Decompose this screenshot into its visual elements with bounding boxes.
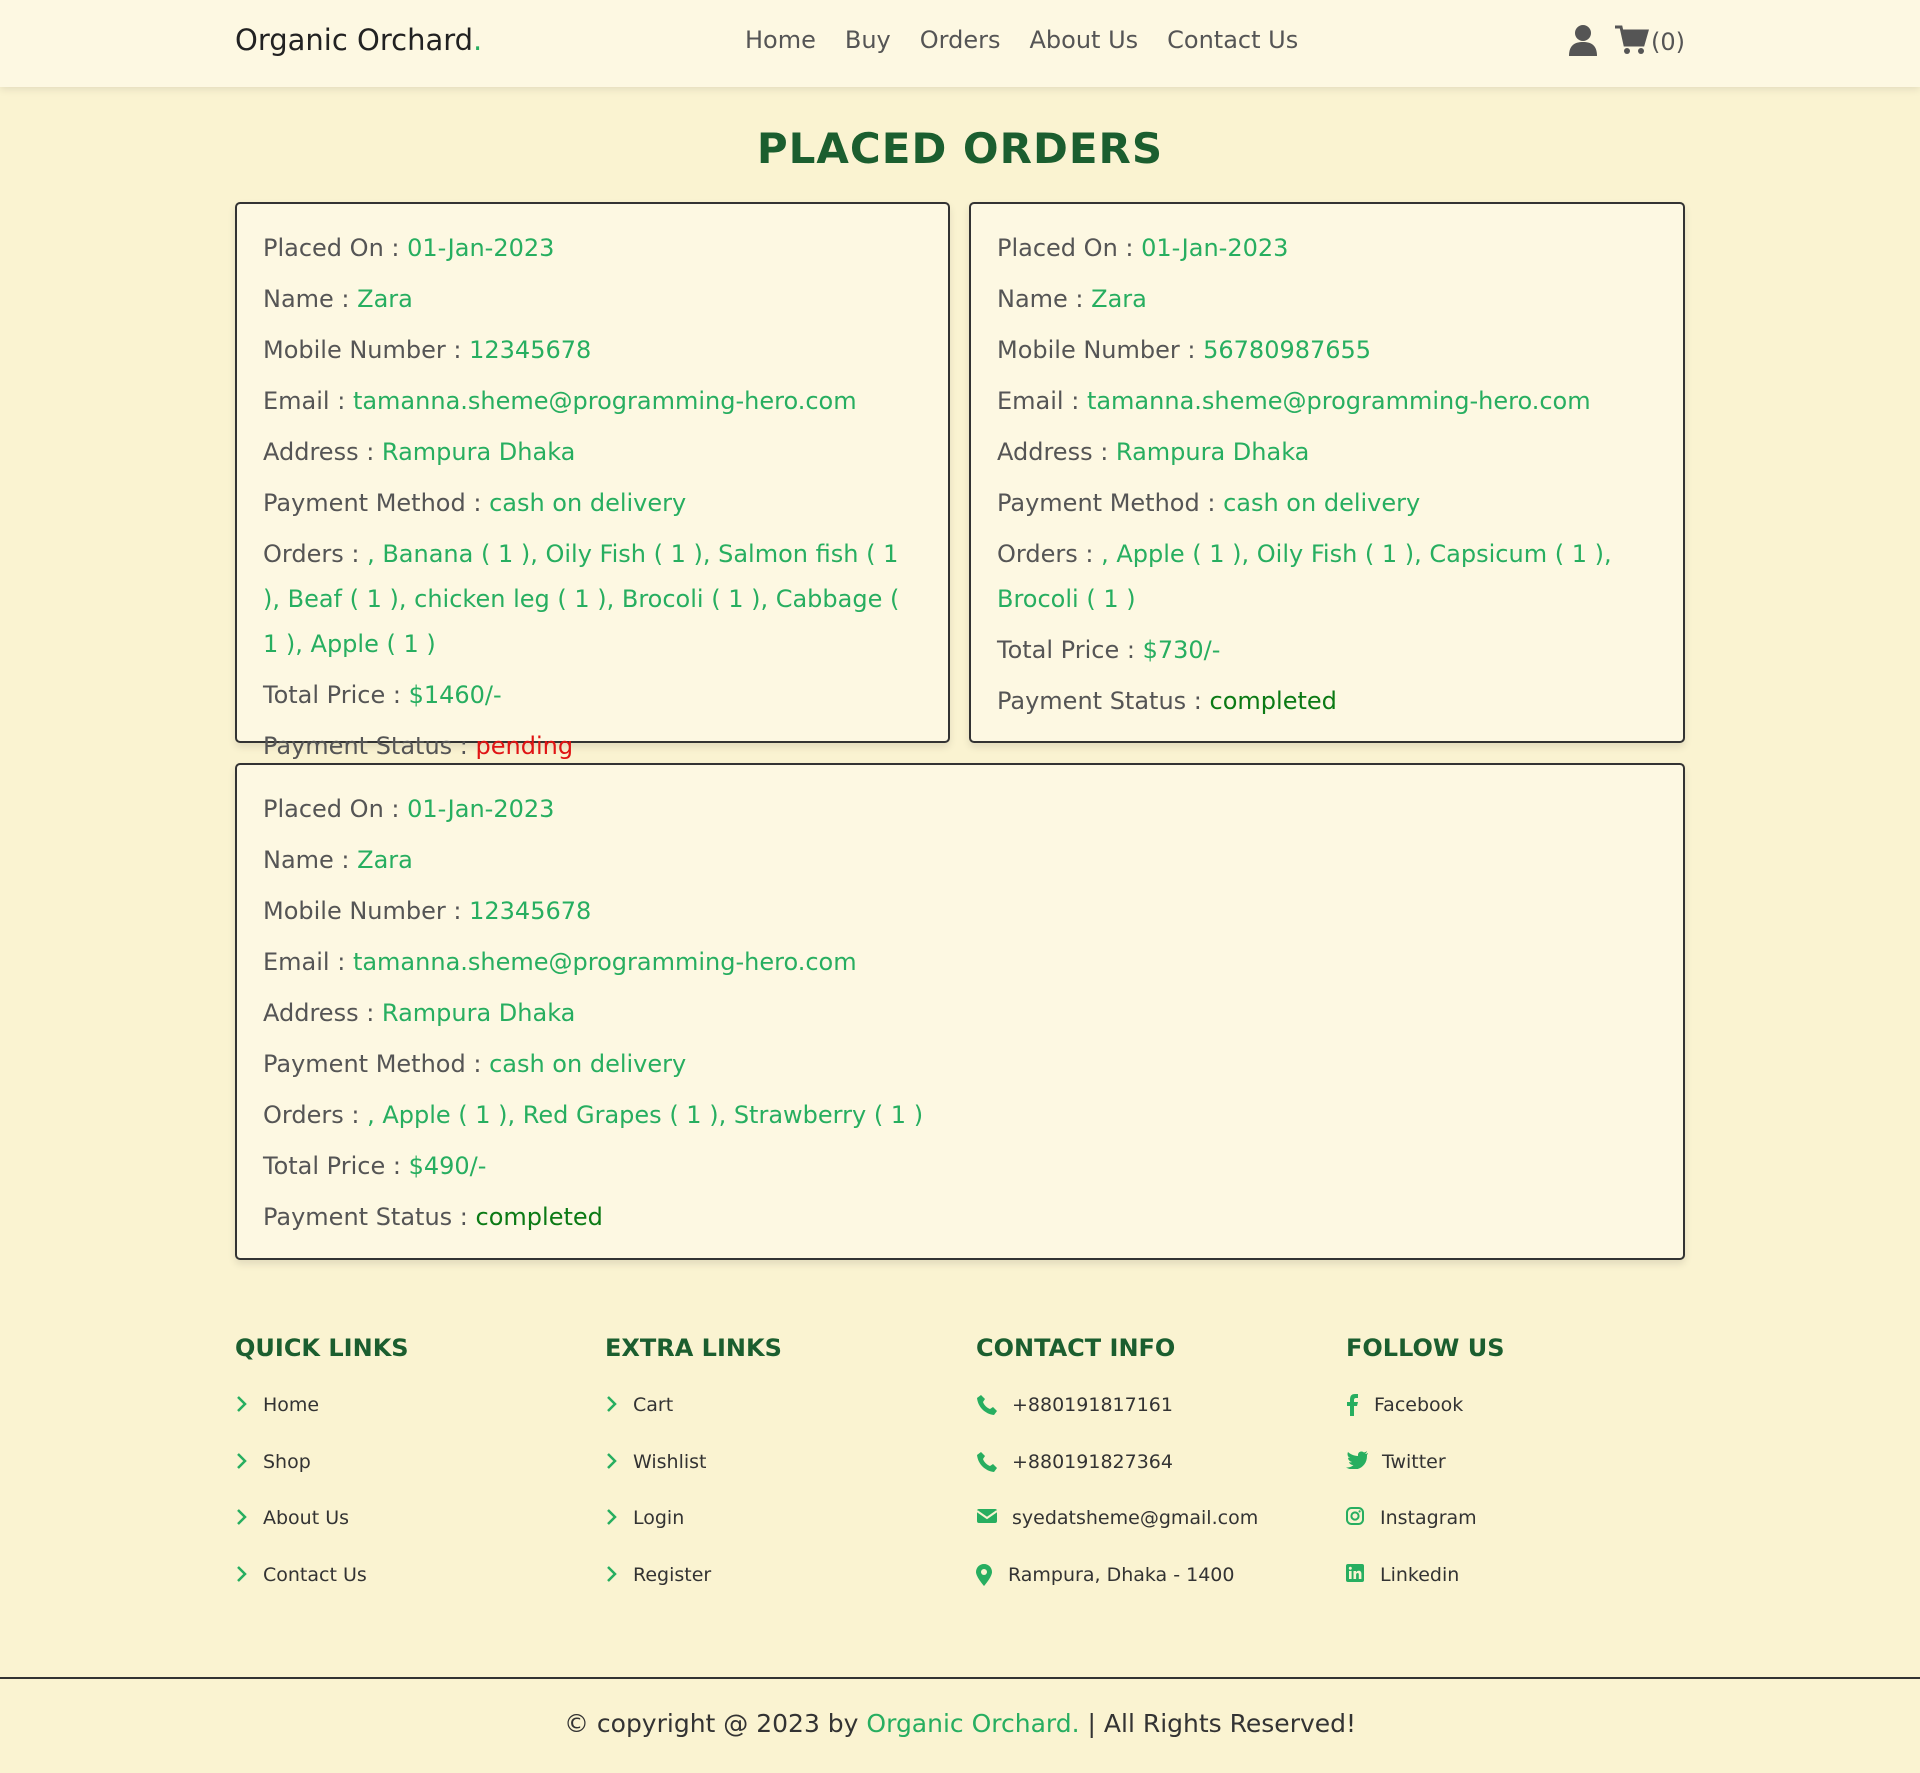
contact-address[interactable]: Rampura, Dhaka - 1400 [976, 1563, 1258, 1621]
footer-heading: FOLLOW US [1346, 1334, 1505, 1362]
main-nav: Home Buy Orders About Us Contact Us [745, 26, 1327, 54]
address-row: Address : Rampura Dhaka [263, 999, 576, 1027]
orders-row: Orders : , Apple ( 1 ), Oily Fish ( 1 ),… [997, 540, 1612, 613]
total-price-row: Total Price : $1460/- [263, 681, 502, 709]
phone-icon [976, 1394, 1004, 1416]
nav-orders[interactable]: Orders [920, 26, 1001, 54]
footer-link-wishlist[interactable]: Wishlist [605, 1451, 782, 1508]
email-row: Email : tamanna.sheme@programming-hero.c… [997, 387, 1591, 415]
payment-method-row: Payment Method : cash on delivery [263, 1050, 687, 1078]
total-price-row: Total Price : $490/- [263, 1152, 487, 1180]
footer-link-shop[interactable]: Shop [235, 1451, 409, 1508]
nav-contact-us[interactable]: Contact Us [1167, 26, 1298, 54]
status-badge: completed [1209, 687, 1337, 715]
footer-contact-info: CONTACT INFO +880191817161 +880191827364… [976, 1334, 1258, 1620]
footer-link-register[interactable]: Register [605, 1564, 782, 1621]
footer-extra-links: EXTRA LINKS Cart Wishlist Login Register [605, 1334, 782, 1620]
footer-link-cart[interactable]: Cart [605, 1394, 782, 1451]
social-facebook[interactable]: Facebook [1346, 1394, 1505, 1451]
user-icon[interactable] [1569, 24, 1597, 60]
email-row: Email : tamanna.sheme@programming-hero.c… [263, 948, 857, 976]
nav-about-us[interactable]: About Us [1029, 26, 1138, 54]
order-card: Placed On : 01-Jan-2023 Name : Zara Mobi… [235, 763, 1685, 1260]
name-row: Name : Zara [263, 846, 413, 874]
contact-phone-1[interactable]: +880191817161 [976, 1394, 1258, 1451]
cart-count: (0) [1651, 28, 1685, 56]
footer-link-home[interactable]: Home [235, 1394, 409, 1451]
cart-icon [1615, 25, 1649, 59]
total-price-row: Total Price : $730/- [997, 636, 1221, 664]
orders-row: Orders : , Banana ( 1 ), Oily Fish ( 1 )… [263, 540, 900, 658]
address-row: Address : Rampura Dhaka [997, 438, 1310, 466]
order-card: Placed On : 01-Jan-2023 Name : Zara Mobi… [969, 202, 1685, 743]
social-linkedin[interactable]: Linkedin [1346, 1563, 1505, 1621]
payment-method-row: Payment Method : cash on delivery [997, 489, 1421, 517]
map-pin-icon [976, 1563, 1000, 1586]
cart-button[interactable]: (0) [1615, 25, 1685, 59]
contact-phone-2[interactable]: +880191827364 [976, 1451, 1258, 1508]
footer-heading: EXTRA LINKS [605, 1334, 782, 1362]
mobile-row: Mobile Number : 12345678 [263, 336, 592, 364]
phone-icon [976, 1451, 1004, 1473]
facebook-icon [1346, 1394, 1366, 1416]
chevron-right-icon [235, 1394, 257, 1414]
instagram-icon [1346, 1507, 1374, 1525]
placed-on-row: Placed On : 01-Jan-2023 [263, 234, 555, 262]
footer-link-contact-us[interactable]: Contact Us [235, 1564, 409, 1621]
footer-heading: QUICK LINKS [235, 1334, 409, 1362]
name-row: Name : Zara [997, 285, 1147, 313]
mobile-row: Mobile Number : 56780987655 [997, 336, 1372, 364]
status-badge: completed [475, 1203, 603, 1231]
envelope-icon [976, 1507, 1004, 1525]
placed-on-row: Placed On : 01-Jan-2023 [997, 234, 1289, 262]
footer-follow-us: FOLLOW US Facebook Twitter Instagram Lin… [1346, 1334, 1505, 1620]
chevron-right-icon [235, 1564, 257, 1584]
payment-status-row: Payment Status : completed [263, 1203, 603, 1231]
chevron-right-icon [235, 1451, 257, 1471]
footer-quick-links: QUICK LINKS Home Shop About Us Contact U… [235, 1334, 409, 1620]
payment-status-row: Payment Status : completed [997, 687, 1337, 715]
page-title: PLACED ORDERS [756, 124, 1164, 173]
orders-row: Orders : , Apple ( 1 ), Red Grapes ( 1 )… [263, 1101, 924, 1129]
status-badge: pending [475, 732, 574, 760]
chevron-right-icon [605, 1564, 627, 1584]
mobile-row: Mobile Number : 12345678 [263, 897, 592, 925]
contact-email[interactable]: syedatsheme@gmail.com [976, 1507, 1258, 1564]
social-twitter[interactable]: Twitter [1346, 1450, 1505, 1508]
chevron-right-icon [605, 1451, 627, 1471]
copyright-bar: © copyright @ 2023 by Organic Orchard. |… [0, 1677, 1920, 1773]
footer-link-login[interactable]: Login [605, 1507, 782, 1564]
address-row: Address : Rampura Dhaka [263, 438, 576, 466]
twitter-icon [1346, 1450, 1374, 1469]
payment-method-row: Payment Method : cash on delivery [263, 489, 687, 517]
linkedin-icon [1346, 1563, 1374, 1582]
footer-heading: CONTACT INFO [976, 1334, 1176, 1362]
placed-on-row: Placed On : 01-Jan-2023 [263, 795, 555, 823]
chevron-right-icon [605, 1394, 627, 1414]
social-instagram[interactable]: Instagram [1346, 1507, 1505, 1564]
logo[interactable]: Organic Orchard. [235, 23, 482, 57]
nav-buy[interactable]: Buy [845, 26, 891, 54]
site-header: Organic Orchard. Home Buy Orders About U… [0, 0, 1920, 87]
chevron-right-icon [235, 1507, 257, 1527]
copyright-brand-link[interactable]: Organic Orchard. [866, 1709, 1079, 1738]
header-actions: (0) [1569, 24, 1685, 60]
footer-link-about-us[interactable]: About Us [235, 1507, 409, 1564]
chevron-right-icon [605, 1507, 627, 1527]
name-row: Name : Zara [263, 285, 413, 313]
email-row: Email : tamanna.sheme@programming-hero.c… [263, 387, 857, 415]
order-card: Placed On : 01-Jan-2023 Name : Zara Mobi… [235, 202, 950, 760]
nav-home[interactable]: Home [745, 26, 816, 54]
